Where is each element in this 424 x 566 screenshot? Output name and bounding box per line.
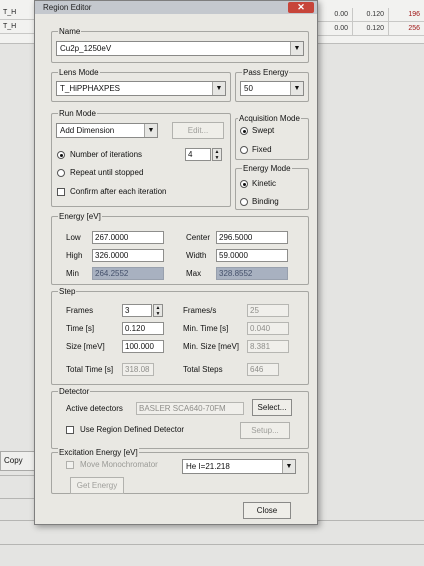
size-label: Size [meV]: [66, 342, 105, 351]
total-steps-label: Total Steps: [183, 365, 223, 374]
step-legend: Step: [58, 287, 77, 296]
min-time-value: 0.040: [247, 322, 289, 335]
move-monochromator-label: Move Monochromator: [80, 460, 158, 469]
dialog-title-bar[interactable]: Region Editor ✕: [35, 1, 317, 14]
width-label: Width: [186, 251, 207, 260]
acquisition-mode-legend: Acquisition Mode: [238, 114, 301, 123]
chevron-down-icon[interactable]: ▼: [290, 42, 303, 55]
pass-energy-legend: Pass Energy: [242, 68, 290, 77]
background-cells: 0.00 0.120 196 0.00 0.120 256: [316, 8, 424, 36]
use-region-detector-label: Use Region Defined Detector: [80, 425, 185, 434]
size-input[interactable]: 100.000: [122, 340, 164, 353]
acquisition-mode-group: Acquisition Mode Swept Fixed: [235, 114, 309, 160]
active-detectors-label: Active detectors: [66, 404, 123, 413]
frames-per-second-value: 25: [247, 304, 289, 317]
edit-button[interactable]: Edit...: [172, 122, 224, 139]
detector-legend: Detector: [58, 387, 91, 396]
energy-legend: Energy [eV]: [58, 212, 102, 221]
binding-label: Binding: [252, 197, 279, 206]
name-group: Name Cu2p_1250eV ▼: [51, 27, 309, 63]
min-label: Min: [66, 269, 79, 278]
binding-radio[interactable]: [240, 198, 248, 206]
get-energy-button[interactable]: Get Energy: [70, 477, 124, 494]
iterations-spinner[interactable]: ▲ ▼: [212, 148, 222, 161]
high-input[interactable]: 326.0000: [92, 249, 164, 262]
select-detector-button[interactable]: Select...: [252, 399, 292, 416]
name-legend: Name: [58, 27, 82, 36]
frames-spinner[interactable]: ▲ ▼: [153, 304, 163, 317]
total-steps-value: 646: [247, 363, 279, 376]
iterations-input[interactable]: 4: [185, 148, 211, 161]
min-size-label: Min. Size [meV]: [183, 342, 240, 351]
total-time-label: Total Time [s]: [66, 365, 114, 374]
swept-radio[interactable]: [240, 127, 248, 135]
time-input[interactable]: 0.120: [122, 322, 164, 335]
max-value: 328.8552: [216, 267, 288, 280]
min-size-value: 8.381: [247, 340, 289, 353]
setup-button[interactable]: Setup...: [240, 422, 290, 439]
chevron-down-icon[interactable]: ▼: [282, 460, 295, 473]
background-row[interactable]: 0.00 0.120 196: [316, 8, 424, 22]
max-label: Max: [186, 269, 202, 278]
energy-group: Energy [eV] Low 267.0000 Center 296.5000…: [51, 212, 309, 285]
energy-mode-group: Energy Mode Kinetic Binding: [235, 164, 309, 210]
width-input[interactable]: 59.0000: [216, 249, 288, 262]
active-detectors-value: BASLER SCA640-70FM: [136, 402, 244, 415]
excitation-source-select[interactable]: He I=21.218 ▼: [182, 459, 296, 474]
number-of-iterations-radio[interactable]: [57, 151, 65, 159]
chevron-down-icon[interactable]: ▼: [144, 124, 157, 137]
swept-label: Swept: [252, 126, 275, 135]
time-label: Time [s]: [66, 324, 95, 333]
center-input[interactable]: 296.5000: [216, 231, 288, 244]
pass-energy-select[interactable]: 50 ▼: [240, 81, 304, 96]
use-region-detector-checkbox[interactable]: [66, 426, 74, 434]
frames-input[interactable]: 3: [122, 304, 152, 317]
lens-mode-legend: Lens Mode: [58, 68, 100, 77]
close-icon[interactable]: ✕: [288, 2, 314, 13]
frames-label: Frames: [66, 306, 94, 315]
high-label: High: [66, 251, 83, 260]
min-time-label: Min. Time [s]: [183, 324, 229, 333]
low-input[interactable]: 267.0000: [92, 231, 164, 244]
chevron-down-icon[interactable]: ▼: [290, 82, 303, 95]
excitation-source-value: He I=21.218: [186, 462, 230, 471]
name-select[interactable]: Cu2p_1250eV ▼: [56, 41, 304, 56]
lens-mode-group: Lens Mode T_HiPPHAXPES ▼: [51, 68, 231, 102]
number-of-iterations-label: Number of iterations: [70, 150, 143, 159]
confirm-each-iteration-checkbox[interactable]: [57, 188, 65, 196]
name-select-value: Cu2p_1250eV: [60, 44, 112, 53]
frames-per-second-label: Frames/s: [183, 306, 217, 315]
excitation-energy-legend: Excitation Energy [eV]: [58, 448, 139, 457]
pass-energy-value: 50: [244, 84, 253, 93]
dialog-title: Region Editor: [43, 3, 92, 12]
center-label: Center: [186, 233, 211, 242]
run-mode-group: Run Mode Add Dimension ▼ Edit... Number …: [51, 109, 231, 207]
step-group: Step Frames 3 ▲ ▼ Frames/s 25 Time [s] 0.…: [51, 287, 309, 385]
kinetic-radio[interactable]: [240, 180, 248, 188]
fixed-radio[interactable]: [240, 146, 248, 154]
background-row[interactable]: 0.00 0.120 256: [316, 22, 424, 36]
chevron-down-icon[interactable]: ▼: [212, 82, 225, 95]
repeat-until-stopped-radio[interactable]: [57, 169, 65, 177]
close-button[interactable]: Close: [243, 502, 291, 519]
lens-mode-select[interactable]: T_HiPPHAXPES ▼: [56, 81, 226, 96]
min-value: 264.2552: [92, 267, 164, 280]
confirm-each-iteration-label: Confirm after each iteration: [70, 187, 167, 196]
repeat-until-stopped-label: Repeat until stopped: [70, 168, 144, 177]
detector-group: Detector Active detectors BASLER SCA640-…: [51, 387, 309, 449]
run-mode-value: Add Dimension: [60, 126, 115, 135]
pass-energy-group: Pass Energy 50 ▼: [235, 68, 309, 102]
lens-mode-value: T_HiPPHAXPES: [60, 84, 121, 93]
excitation-energy-group: Excitation Energy [eV] Move Monochromato…: [51, 448, 309, 494]
run-mode-legend: Run Mode: [58, 109, 97, 118]
run-mode-select[interactable]: Add Dimension ▼: [56, 123, 158, 138]
move-monochromator-checkbox[interactable]: [66, 461, 74, 469]
low-label: Low: [66, 233, 81, 242]
total-time-value: 318.08: [122, 363, 154, 376]
fixed-label: Fixed: [252, 145, 272, 154]
kinetic-label: Kinetic: [252, 179, 277, 188]
region-editor-dialog: Region Editor ✕ Name Cu2p_1250eV ▼ Lens …: [34, 0, 318, 525]
energy-mode-legend: Energy Mode: [242, 164, 292, 173]
